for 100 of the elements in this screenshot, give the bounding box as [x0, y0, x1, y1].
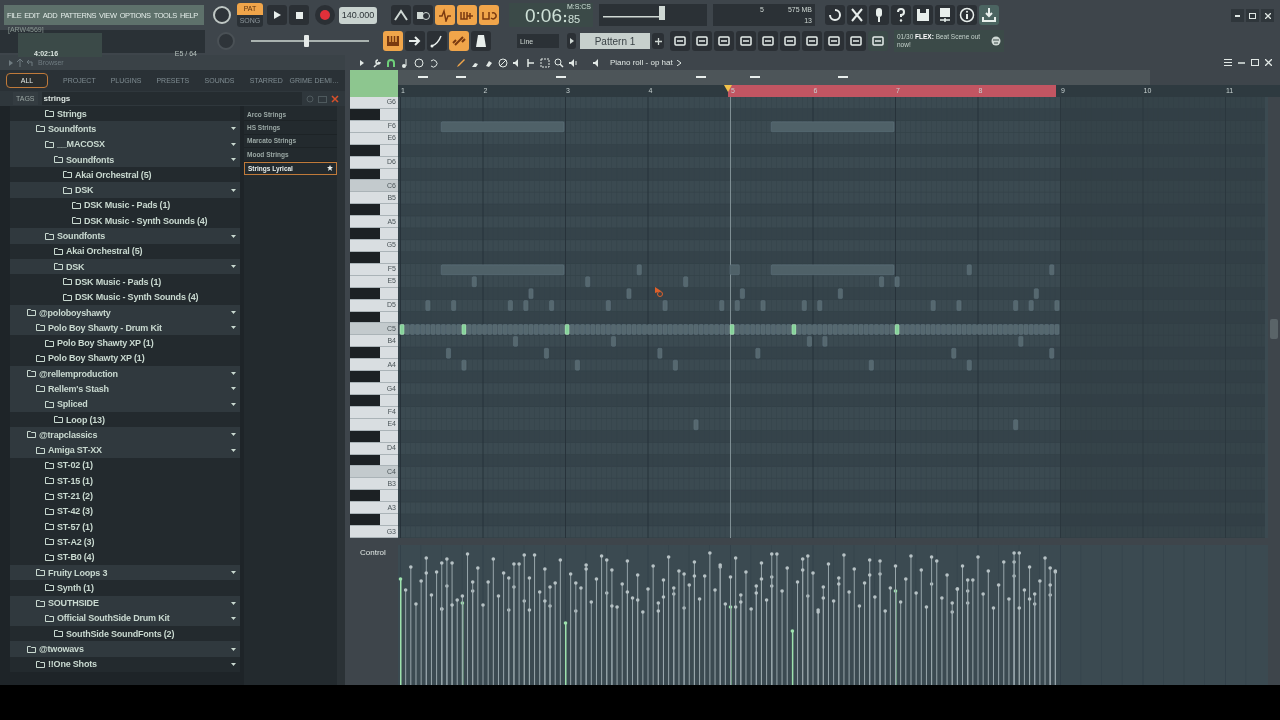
stop-button[interactable] [289, 5, 309, 25]
record-button[interactable] [315, 5, 335, 25]
toggle-button[interactable] [435, 5, 455, 25]
piano-key[interactable] [350, 371, 398, 384]
folder-item[interactable]: Strings [10, 106, 240, 122]
sharp-key[interactable] [350, 108, 380, 120]
toggle-button[interactable] [479, 5, 499, 25]
pitch-slider-thumb[interactable] [303, 35, 309, 47]
minimize-button[interactable] [1231, 9, 1244, 22]
window-button[interactable] [824, 31, 844, 51]
folder-item[interactable]: DSK [10, 182, 240, 198]
folder-item[interactable]: ST-57 (1) [10, 519, 240, 535]
folder-item[interactable]: Soundfonts [10, 121, 240, 137]
sharp-key[interactable] [350, 454, 380, 466]
sharp-key[interactable] [350, 204, 380, 216]
toolbar-button[interactable] [935, 5, 955, 25]
pattern-selector[interactable]: Pattern 1 [580, 33, 650, 49]
window-button[interactable] [670, 31, 690, 51]
control-label[interactable]: Control [350, 545, 398, 685]
window-button[interactable] [736, 31, 756, 51]
piano-roll-title[interactable]: Piano roll - op hat [610, 58, 673, 67]
scrollbar-track[interactable] [1268, 545, 1280, 685]
play-button[interactable] [267, 5, 287, 25]
folder-item[interactable]: @twowavs [10, 641, 240, 657]
folder-item[interactable]: Rellem's Stash [10, 381, 240, 397]
search-field[interactable]: strings [41, 92, 302, 105]
toolbar-button[interactable] [957, 5, 977, 25]
folder-item[interactable]: ST-A2 (3) [10, 534, 240, 550]
window-button[interactable] [846, 31, 866, 51]
folder-item[interactable]: @rellemproduction [10, 366, 240, 382]
folder-item[interactable]: DSK Music - Pads (1) [10, 274, 240, 290]
window-button[interactable] [758, 31, 778, 51]
restore-icon[interactable] [1251, 59, 1259, 66]
sharp-key[interactable] [350, 514, 380, 526]
sharp-key[interactable] [350, 311, 380, 323]
minimize-icon[interactable] [1238, 61, 1245, 64]
folder-item[interactable]: Polo Boy Shawty - Drum Kit [10, 320, 240, 336]
piano-key[interactable] [350, 514, 398, 527]
folder-item[interactable]: SouthSide SoundFonts (2) [10, 626, 240, 642]
restore-button[interactable] [1246, 9, 1259, 22]
window-button[interactable] [802, 31, 822, 51]
time-minutes: 0:06 [525, 5, 562, 27]
toolbar-button[interactable] [979, 5, 999, 25]
window-button[interactable] [692, 31, 712, 51]
scrollbar-thumb[interactable] [1270, 319, 1278, 339]
folder-item[interactable]: DSK Music - Synth Sounds (4) [10, 213, 240, 229]
folder-item[interactable]: Polo Boy Shawty XP (1) [10, 335, 240, 351]
folder-item[interactable]: ST-15 (1) [10, 473, 240, 489]
save-as-icon [937, 7, 953, 23]
toggle-button[interactable] [383, 31, 403, 51]
window-button[interactable] [714, 31, 734, 51]
menu-icon[interactable] [1224, 59, 1232, 66]
record-icon [320, 10, 330, 20]
piano-key[interactable] [350, 347, 398, 360]
volume-knob[interactable] [213, 6, 231, 24]
pencil-icon [456, 57, 466, 68]
toggle-button[interactable] [427, 31, 447, 51]
sharp-key[interactable] [350, 347, 380, 359]
sharp-key[interactable] [350, 490, 380, 502]
folder-item[interactable]: Soundfonts [10, 228, 240, 244]
sharp-key[interactable] [350, 430, 380, 442]
toggle-button[interactable] [471, 31, 491, 51]
folder-item[interactable]: Synth (1) [10, 580, 240, 596]
folder-item[interactable]: Akai Orchestral (5) [10, 167, 240, 183]
toggle-button[interactable] [457, 5, 477, 25]
undo-icon [827, 7, 843, 23]
tempo-display[interactable]: 140.000 [339, 6, 377, 24]
circle-icon [414, 57, 424, 68]
restore-icon [1249, 12, 1256, 19]
toolbar-button[interactable] [847, 5, 867, 25]
toolbar-button[interactable] [869, 5, 889, 25]
sharp-key[interactable] [350, 168, 380, 180]
toggle-button[interactable] [391, 5, 411, 25]
piano-key[interactable] [350, 490, 398, 503]
sharp-key[interactable] [350, 394, 380, 406]
window-button[interactable] [868, 31, 888, 51]
stop-icon [295, 11, 303, 19]
close-button[interactable] [1261, 9, 1274, 22]
add-pattern-button[interactable] [652, 33, 664, 49]
velocity-bars-drawing[interactable] [398, 551, 1058, 685]
scrollbar-track[interactable] [337, 106, 345, 685]
toolbar-button[interactable] [913, 5, 933, 25]
toolbar-button[interactable] [891, 5, 911, 25]
toggle-button[interactable] [449, 31, 469, 51]
tool-corner [350, 70, 398, 97]
toolbar-button[interactable] [825, 5, 845, 25]
pattern-arrow-button[interactable] [567, 33, 576, 49]
folder-item[interactable]: @trapclassics [10, 427, 240, 443]
piano-key[interactable] [350, 228, 398, 240]
close-icon[interactable] [1265, 59, 1272, 66]
sharp-key[interactable] [350, 144, 380, 156]
toggle-button[interactable] [405, 31, 425, 51]
play-icon [273, 11, 281, 19]
sharp-key[interactable] [350, 371, 380, 383]
folder-item[interactable]: ST-21 (2) [10, 488, 240, 504]
piano-key[interactable] [350, 204, 398, 217]
sharp-key[interactable] [350, 287, 380, 299]
toggle-button[interactable] [413, 5, 433, 25]
sharp-key[interactable] [350, 251, 380, 263]
window-button[interactable] [780, 31, 800, 51]
